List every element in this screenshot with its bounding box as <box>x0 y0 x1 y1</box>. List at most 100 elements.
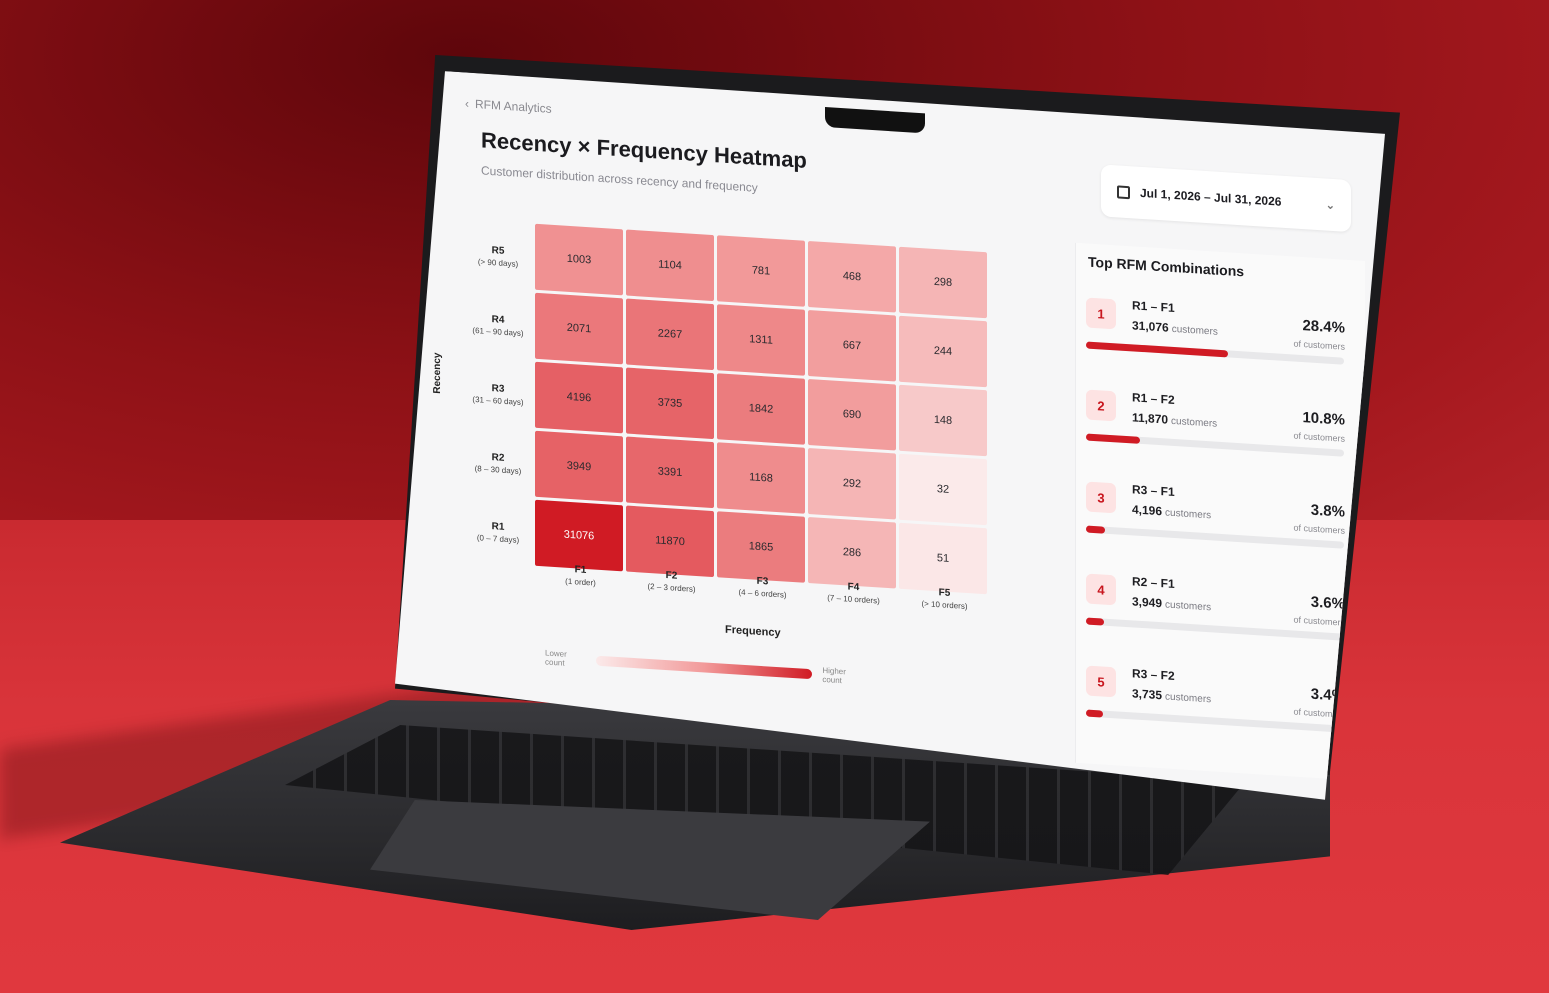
date-range-picker[interactable]: Jul 1, 2026 – Jul 31, 2026 ⌄ <box>1101 164 1351 232</box>
heatmap-cell[interactable]: 1003 <box>535 224 623 296</box>
share-bar-fill <box>1086 433 1140 443</box>
row-label: R3 (31 – 60 days) <box>463 357 533 430</box>
row-label-name: R4 <box>491 313 505 326</box>
combination-name: R1 – F1 <box>1132 298 1175 316</box>
heatmap-cell[interactable]: 781 <box>717 235 805 307</box>
count-unit: customers <box>1171 415 1218 430</box>
combination-percent: 3.6% <box>1310 593 1345 613</box>
row-label-range: (8 – 30 days) <box>474 463 522 476</box>
column-label: F2 (2 – 3 orders) <box>626 568 717 596</box>
row-label-name: R5 <box>491 244 505 257</box>
combination-name: R2 – F1 <box>1132 574 1175 592</box>
combination-count: 4,196 customers <box>1132 502 1212 522</box>
combination-percent: 3.8% <box>1310 501 1345 521</box>
column-label: F1 (1 order) <box>535 562 626 590</box>
x-axis-label: Frequency <box>725 623 781 640</box>
percent-label: of customers <box>1293 522 1345 536</box>
combination-count: 3,735 customers <box>1132 686 1212 706</box>
heatmap: Recency R5 (> 90 days) R4 (61 – 90 days) R3(… <box>535 224 1005 614</box>
row-label-range: (61 – 90 days) <box>472 325 524 338</box>
date-range-value: Jul 1, 2026 – Jul 31, 2026 <box>1140 185 1282 209</box>
back-link[interactable]: ‹ RFM Analytics <box>465 96 552 115</box>
legend-gradient <box>596 656 812 680</box>
heatmap-cell[interactable]: 298 <box>899 247 987 319</box>
combination-item[interactable]: 4 R2 – F1 3,949 customers 3.6% of customers <box>1086 571 1351 678</box>
combination-count: 3,949 customers <box>1132 594 1212 614</box>
column-label: F3 (4 – 6 orders) <box>717 573 808 601</box>
row-label-range: (0 – 7 days) <box>476 532 520 545</box>
row-label: R2 (8 – 30 days) <box>463 426 533 499</box>
count-unit: customers <box>1171 323 1218 338</box>
heatmap-cell[interactable]: 31076 <box>535 500 623 572</box>
heatmap-cell[interactable]: 51 <box>899 523 987 595</box>
heatmap-cell[interactable]: 286 <box>808 517 896 589</box>
back-link-label: RFM Analytics <box>475 97 552 116</box>
column-label: F5 (> 10 orders) <box>899 585 990 613</box>
percent-label: of customers <box>1293 614 1345 628</box>
heatmap-legend: Lower count Higher count <box>545 647 865 687</box>
heatmap-cell[interactable]: 11870 <box>626 506 714 578</box>
chevron-down-icon: ⌄ <box>1325 199 1335 212</box>
share-bar-fill <box>1086 341 1228 357</box>
heatmap-cell[interactable]: 3735 <box>626 368 714 440</box>
combination-count: 11,870 customers <box>1132 410 1218 430</box>
legend-low-label: Lower count <box>545 648 567 668</box>
rank-badge: 1 <box>1086 297 1116 329</box>
combination-percent: 10.8% <box>1302 409 1345 429</box>
heatmap-cell[interactable]: 148 <box>899 385 987 457</box>
percent-label: of customers <box>1293 338 1345 352</box>
heatmap-cell[interactable]: 1865 <box>717 511 805 583</box>
heatmap-cell[interactable]: 690 <box>808 379 896 451</box>
combination-name: R3 – F1 <box>1132 482 1175 500</box>
heatmap-cell[interactable]: 292 <box>808 448 896 520</box>
y-axis-label: Recency <box>432 352 444 395</box>
row-label-name: R3 <box>491 382 505 395</box>
combination-count: 31,076 customers <box>1132 318 1218 338</box>
combination-item[interactable]: 2 R1 – F2 11,870 customers 10.8% of customers <box>1086 387 1351 494</box>
legend-high-label: Higher count <box>822 665 846 686</box>
rank-badge: 5 <box>1086 665 1116 697</box>
combination-item[interactable]: 1 R1 – F1 31,076 customers 28.4% of customers <box>1086 295 1351 402</box>
row-label-name: R1 <box>491 520 505 533</box>
count-unit: customers <box>1165 691 1212 706</box>
heatmap-cell[interactable]: 1104 <box>626 230 714 302</box>
top-combinations-title: Top RFM Combinations <box>1088 253 1245 280</box>
heatmap-cell[interactable]: 3949 <box>535 431 623 503</box>
heatmap-cell[interactable]: 32 <box>899 454 987 526</box>
heatmap-cell[interactable]: 2267 <box>626 299 714 371</box>
heatmap-cell[interactable]: 667 <box>808 310 896 382</box>
heatmap-grid: 1003 1104 781 468 298 2071 2267 1311 667 244 4196 3… <box>535 224 987 594</box>
heatmap-cell[interactable]: 4196 <box>535 362 623 434</box>
combination-name: R3 – F2 <box>1132 666 1175 684</box>
heatmap-cell[interactable]: 1842 <box>717 373 805 445</box>
row-label-name: R2 <box>491 451 505 464</box>
heatmap-cell[interactable]: 468 <box>808 241 896 313</box>
rank-badge: 2 <box>1086 389 1116 421</box>
chevron-left-icon: ‹ <box>465 96 469 111</box>
row-labels: R5 (> 90 days) R4 (61 – 90 days) R3 (31 – 60 … <box>463 219 533 568</box>
calendar-icon <box>1117 185 1130 199</box>
share-bar-fill <box>1086 525 1105 533</box>
row-label-range: (> 90 days) <box>477 256 519 269</box>
combination-item[interactable]: 3 R3 – F1 4,196 customers 3.8% of customers <box>1086 479 1351 586</box>
combination-name: R1 – F2 <box>1132 390 1175 408</box>
column-label: F4 (7 – 10 orders) <box>808 579 899 607</box>
count-unit: customers <box>1165 599 1212 614</box>
row-label: R4 (61 – 90 days) <box>463 288 533 361</box>
heatmap-cell[interactable]: 2071 <box>535 293 623 365</box>
row-label: R5 (> 90 days) <box>463 219 533 292</box>
heatmap-cell[interactable]: 1311 <box>717 304 805 376</box>
camera-notch <box>825 107 925 133</box>
row-label: R1 (0 – 7 days) <box>463 495 533 568</box>
combination-item[interactable]: 5 R3 – F2 3,735 customers 3.4% of customers <box>1086 663 1351 770</box>
percent-label: of customers <box>1293 430 1345 444</box>
rank-badge: 3 <box>1086 481 1116 513</box>
share-bar-fill <box>1086 617 1104 625</box>
heatmap-cell[interactable]: 3391 <box>626 437 714 509</box>
combination-percent: 28.4% <box>1302 317 1345 337</box>
row-label-range: (31 – 60 days) <box>472 394 524 407</box>
top-combinations-panel: Top RFM Combinations 1 R1 – F1 31,076 custo… <box>1075 243 1365 781</box>
heatmap-cell[interactable]: 244 <box>899 316 987 388</box>
heatmap-cell[interactable]: 1168 <box>717 442 805 514</box>
rank-badge: 4 <box>1086 573 1116 605</box>
